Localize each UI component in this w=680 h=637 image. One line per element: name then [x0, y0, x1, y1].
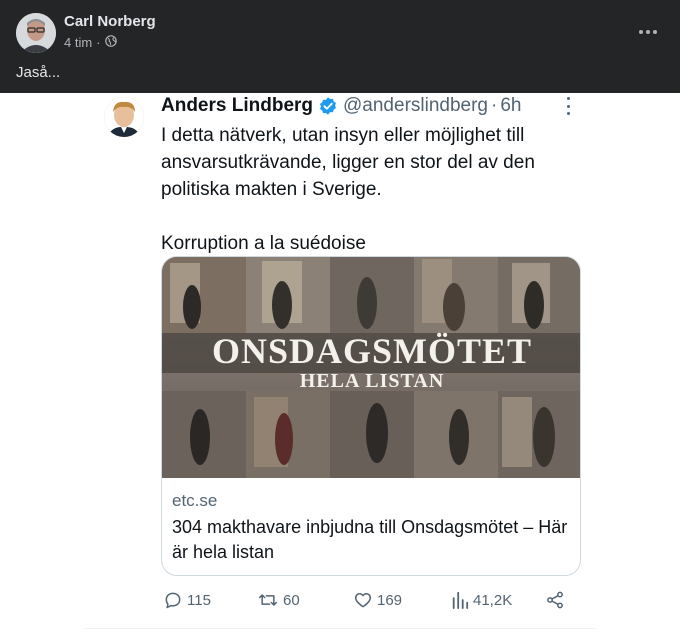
- verified-badge-icon: [318, 96, 338, 116]
- heart-icon: [353, 590, 373, 610]
- tweet-paragraph: Korruption a la suédoise: [161, 233, 366, 254]
- views-count: 41,2K: [473, 591, 513, 609]
- tweet-paragraph: I detta nätverk, utan insyn eller möjlig…: [161, 125, 535, 200]
- tweet-text: I detta nätverk, utan insyn eller möjlig…: [161, 122, 581, 257]
- tweet-author-avatar[interactable]: [104, 97, 144, 137]
- card-image-subtitle: HELA LISTAN: [300, 370, 445, 392]
- views-button[interactable]: 41,2K: [451, 590, 512, 610]
- reply-button[interactable]: 115: [163, 590, 211, 610]
- card-image-title: ONSDAGSMÖTET: [212, 331, 532, 371]
- retweet-icon: [257, 590, 279, 610]
- post-text: Jaså...: [16, 64, 61, 81]
- link-card[interactable]: ONSDAGSMÖTET HELA LISTAN etc.se 304 makt…: [161, 256, 581, 576]
- globe-icon: [104, 35, 117, 50]
- tweet-author-handle[interactable]: @anderslindberg: [343, 95, 488, 117]
- link-card-title: 304 makthavare inbjudna till Onsdagsmöte…: [172, 517, 568, 562]
- share-icon: [545, 590, 565, 610]
- link-card-image: ONSDAGSMÖTET HELA LISTAN: [162, 257, 580, 478]
- tweet-divider: [85, 628, 595, 629]
- share-button[interactable]: [545, 590, 565, 610]
- post-time[interactable]: 4 tim: [64, 35, 92, 50]
- post-meta: 4 tim ·: [64, 35, 117, 50]
- like-count: 169: [377, 591, 403, 609]
- author-avatar[interactable]: [16, 13, 56, 53]
- retweet-count: 60: [283, 591, 300, 609]
- link-card-domain: etc.se: [172, 491, 218, 510]
- header-separator: ·: [491, 95, 498, 116]
- reply-icon: [163, 590, 183, 610]
- more-horizontal-icon[interactable]: [634, 20, 662, 44]
- reply-count: 115: [187, 591, 211, 609]
- meta-separator: ·: [96, 35, 101, 50]
- facebook-post-header: Carl Norberg 4 tim · Jaså...: [0, 0, 680, 93]
- tweet-header: Anders Lindberg @anderslindberg · 6h: [161, 95, 521, 117]
- tweet-more-icon[interactable]: [565, 97, 571, 115]
- like-button[interactable]: 169: [353, 590, 402, 610]
- views-chart-icon: [451, 590, 469, 610]
- tweet-time[interactable]: 6h: [500, 95, 521, 117]
- author-avatar-image: [16, 13, 56, 53]
- tweet-author-name[interactable]: Anders Lindberg: [161, 95, 313, 117]
- author-name[interactable]: Carl Norberg: [64, 13, 156, 30]
- shared-tweet: Anders Lindberg @anderslindberg · 6h I d…: [85, 93, 595, 633]
- tweet-avatar-image: [104, 97, 144, 137]
- tweet-action-bar: 115 60 169 41,2K: [161, 590, 581, 614]
- retweet-button[interactable]: 60: [257, 590, 300, 610]
